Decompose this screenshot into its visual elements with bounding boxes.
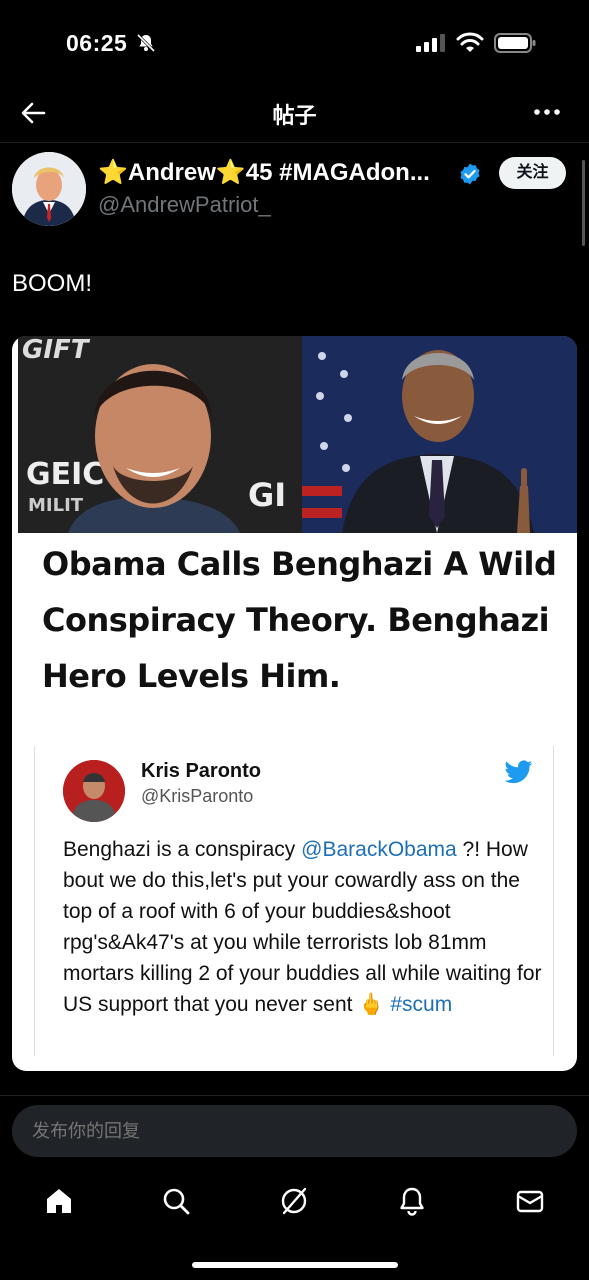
page-title: 帖子 xyxy=(272,103,317,128)
status-time: 06:25 xyxy=(66,30,128,56)
image-headline: Obama Calls Benghazi A Wild Conspiracy T… xyxy=(42,545,557,695)
author-name-part1: Andrew xyxy=(127,159,216,186)
photo-barack-obama xyxy=(302,336,577,533)
search-icon[interactable] xyxy=(160,1185,192,1217)
embedded-tweet-handle: @KrisParonto xyxy=(141,786,254,806)
home-icon[interactable] xyxy=(43,1185,75,1217)
battery-icon xyxy=(494,33,536,53)
reply-input[interactable] xyxy=(12,1105,577,1157)
photo-kris-paronto: GIFT GEIC MILIT GI xyxy=(18,336,302,533)
post-image[interactable]: GIFT GEIC MILIT GI Obama Calls Benghazi … xyxy=(12,336,577,1071)
follow-button[interactable]: 关注 xyxy=(499,157,566,189)
embedded-tweet-text: Benghazi is a conspiracy @BarackObama ?!… xyxy=(63,834,543,1020)
embedded-tweet-name: Kris Paronto xyxy=(141,760,262,782)
middle-finger-emoji: 🖕 xyxy=(358,993,385,1016)
scrollbar[interactable] xyxy=(582,160,585,246)
author-name-part2: 45 #MAGAdon... xyxy=(245,159,430,186)
verified-badge-icon xyxy=(460,163,480,185)
hashtag-link: #scum xyxy=(390,993,453,1016)
grok-icon[interactable] xyxy=(278,1185,310,1217)
photo-sign-text-top: GIFT xyxy=(22,336,91,365)
mention-link: @BarackObama xyxy=(301,838,457,861)
home-indicator[interactable] xyxy=(192,1262,398,1268)
wifi-icon xyxy=(456,32,484,52)
author-handle[interactable]: @AndrewPatriot_ xyxy=(98,192,271,218)
star-emoji: ⭐ xyxy=(98,159,128,186)
bell-slash-icon xyxy=(136,33,156,53)
messages-envelope-icon[interactable] xyxy=(514,1185,546,1217)
notifications-bell-icon[interactable] xyxy=(396,1185,428,1217)
author-avatar[interactable] xyxy=(12,152,86,226)
tweet-text-part: ?! How bout we do this,let's put your co… xyxy=(63,838,542,1016)
reply-divider xyxy=(0,1095,589,1096)
more-options-icon[interactable] xyxy=(532,100,562,124)
post-text: BOOM! xyxy=(12,270,93,297)
header-divider xyxy=(0,142,589,143)
photo-sign-text-low: MILIT xyxy=(28,495,84,516)
tweet-text-part: Benghazi is a conspiracy xyxy=(63,838,302,861)
photo-sign-text-right: GI xyxy=(248,476,286,514)
embedded-tweet-card: Kris Paronto @KrisParonto Benghazi is a … xyxy=(34,746,554,1056)
photo-sign-text-mid: GEIC xyxy=(26,457,104,492)
kris-paronto-avatar xyxy=(63,760,125,822)
twitter-bird-icon xyxy=(505,760,533,784)
author-display-name[interactable]: ⭐Andrew⭐45 #MAGAdon... xyxy=(98,158,430,187)
cellular-signal-icon xyxy=(416,34,445,52)
star-emoji: ⭐ xyxy=(215,159,246,186)
